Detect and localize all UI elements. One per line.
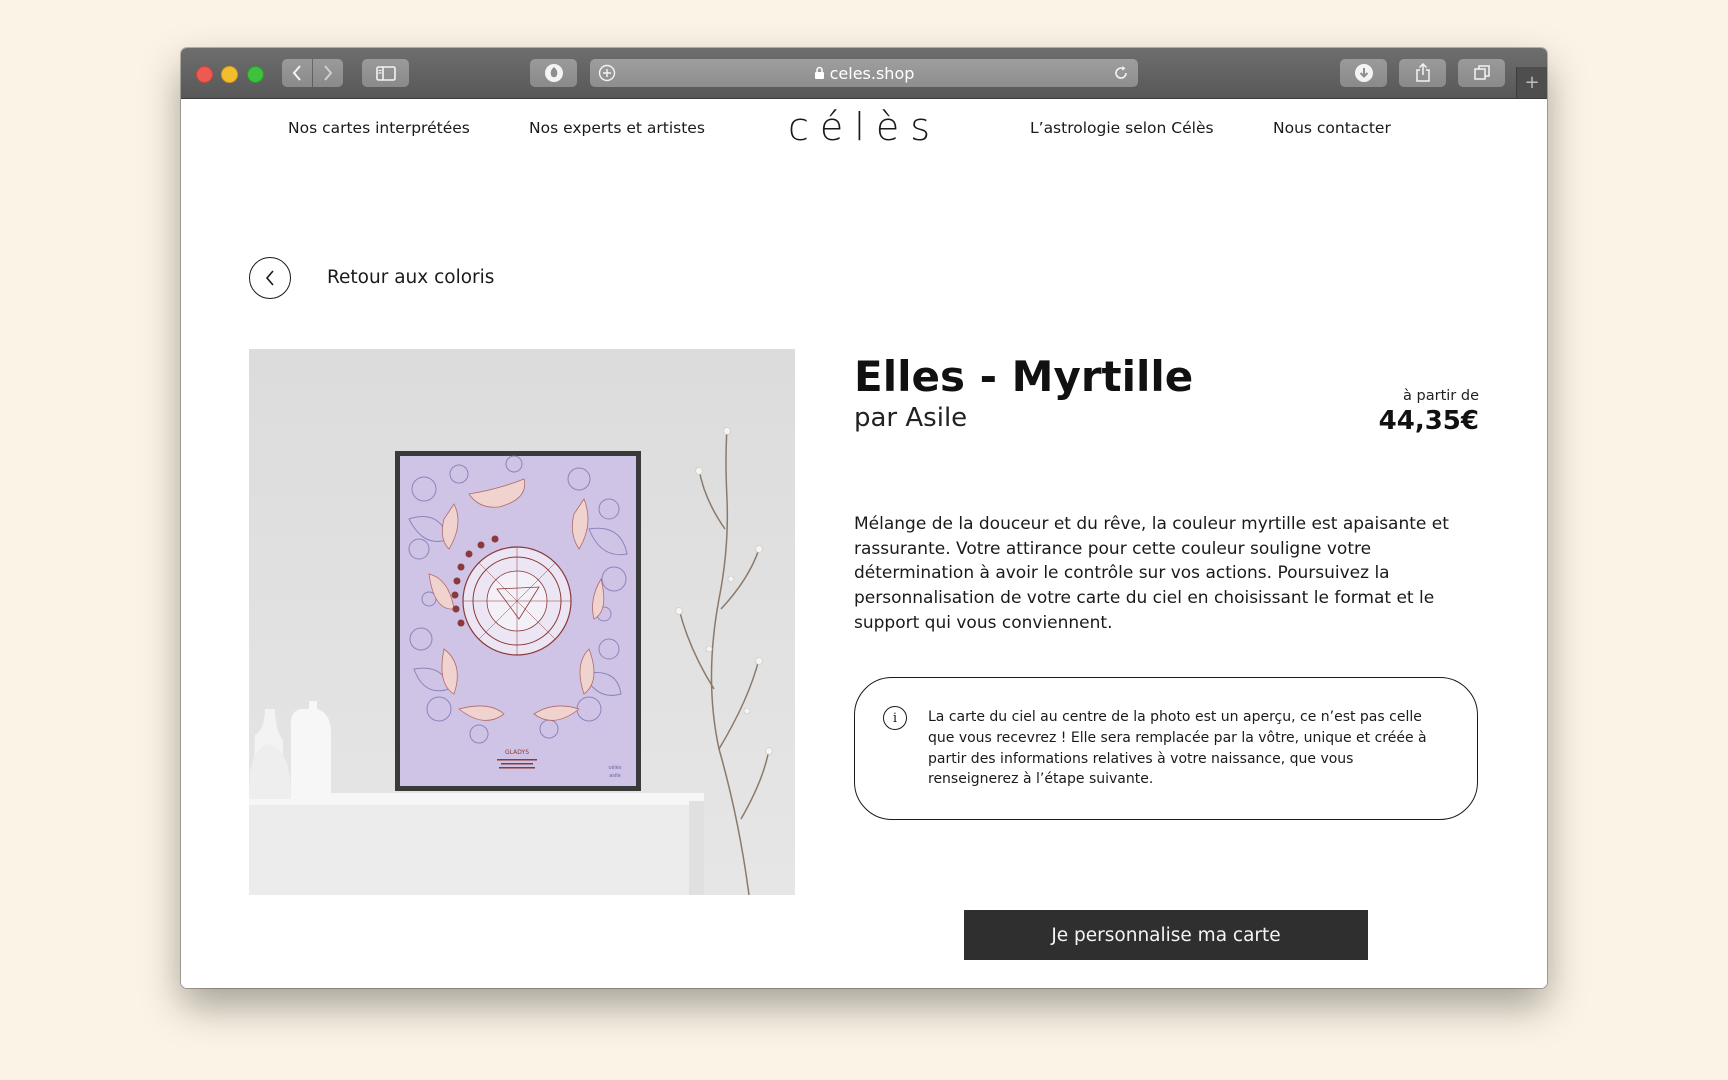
sidebar-icon: [375, 65, 396, 81]
zoom-window-button[interactable]: [247, 66, 264, 83]
url-text: celes.shop: [829, 63, 915, 83]
poster-name: GLADYS: [505, 749, 529, 756]
notice-text: La carte du ciel au centre de la photo e…: [928, 709, 1427, 788]
back-to-colors-link[interactable]: Retour aux coloris: [327, 267, 494, 288]
nav-link-experts[interactable]: Nos experts et artistes: [529, 119, 705, 137]
minimize-window-button[interactable]: [221, 66, 238, 83]
sidebar-toggle-button[interactable]: [362, 59, 409, 87]
tabs-icon: [1473, 65, 1490, 80]
personalize-button[interactable]: Je personnalise ma carte: [964, 910, 1368, 960]
browser-toolbar: celes.shop +: [181, 48, 1547, 99]
back-nav-button[interactable]: [282, 59, 312, 87]
privacy-extension-button[interactable]: [530, 59, 577, 87]
poster-brand: célès: [609, 764, 622, 771]
reload-icon[interactable]: [1112, 64, 1130, 82]
share-button[interactable]: [1399, 59, 1446, 87]
download-icon: [1354, 64, 1373, 82]
shield-icon: [544, 64, 563, 82]
address-bar[interactable]: celes.shop: [590, 59, 1138, 87]
new-tab-button[interactable]: +: [1516, 67, 1547, 98]
chevron-left-icon: [265, 270, 274, 286]
product-title: Elles - Myrtille: [854, 352, 1194, 401]
poster-artist: asile: [609, 773, 621, 779]
site-logo[interactable]: célès: [788, 105, 941, 149]
product-description: Mélange de la douceur et du rêve, la cou…: [854, 514, 1449, 633]
share-icon: [1415, 63, 1430, 82]
lock-icon: [814, 66, 825, 80]
back-to-colors-button[interactable]: [249, 257, 291, 299]
product-price: 44,35€: [1378, 406, 1479, 436]
tab-overview-button[interactable]: [1458, 59, 1505, 87]
chevron-left-icon: [292, 65, 301, 81]
forward-nav-button[interactable]: [313, 59, 343, 87]
info-icon: i: [883, 706, 907, 730]
nav-link-contact[interactable]: Nous contacter: [1273, 119, 1391, 137]
chevron-right-icon: [324, 65, 333, 81]
nav-link-astrologie[interactable]: L’astrologie selon Célès: [1030, 119, 1214, 137]
price-prefix: à partir de: [1403, 388, 1479, 404]
product-photo: GLADYS célès asile: [249, 349, 795, 895]
web-page: Nos cartes interprétées Nos experts et a…: [181, 99, 1547, 988]
close-window-button[interactable]: [196, 66, 213, 83]
nav-link-cartes[interactable]: Nos cartes interprétées: [288, 119, 470, 137]
product-artist: par Asile: [854, 403, 968, 433]
browser-window: celes.shop + Nos cartes interprétées Nos…: [181, 48, 1547, 988]
plus-icon: +: [1524, 72, 1540, 93]
downloads-button[interactable]: [1340, 59, 1387, 87]
preview-notice: i La carte du ciel au centre de la photo…: [854, 677, 1478, 820]
add-bookmark-icon[interactable]: [598, 64, 616, 82]
